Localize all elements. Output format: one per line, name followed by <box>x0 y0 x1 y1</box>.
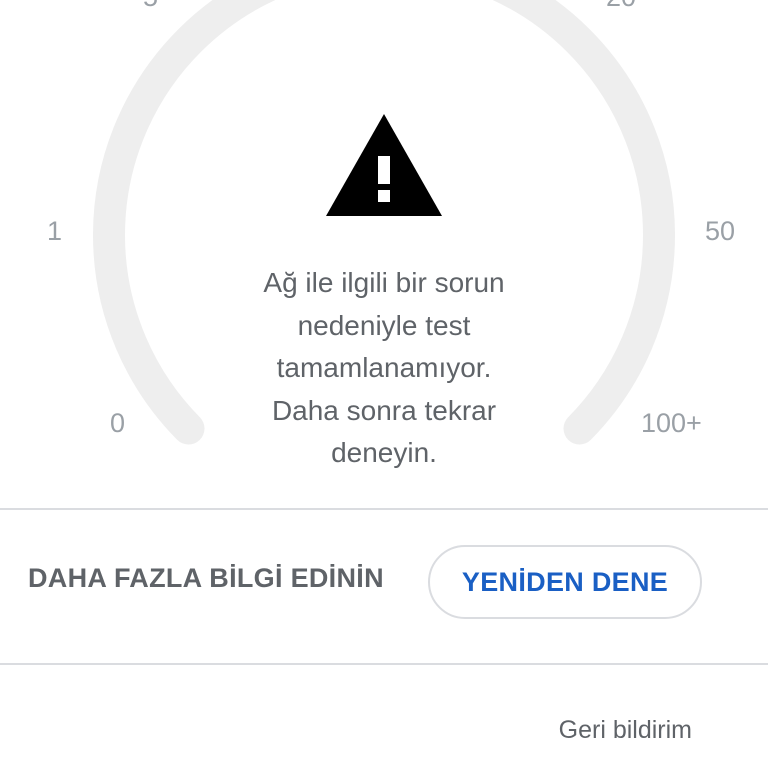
warning-icon <box>326 114 442 216</box>
learn-more-link[interactable]: DAHA FAZLA BİLGİ EDİNİN <box>28 563 384 594</box>
divider-bottom <box>0 663 768 665</box>
gauge-tick-label: 50 <box>705 216 736 246</box>
gauge-tick-label: 0 <box>110 408 126 438</box>
gauge-tick-label: 20 <box>606 0 636 11</box>
gauge-tick-label: 100+ <box>641 408 702 438</box>
gauge-tick-label: 1 <box>47 216 63 246</box>
error-message: Ağ ile ilgili bir sorun nedeniyle test t… <box>263 267 505 468</box>
divider-top <box>0 508 768 510</box>
retry-button[interactable]: YENİDEN DENE <box>428 545 702 619</box>
feedback-link[interactable]: Geri bildirim <box>559 716 692 745</box>
gauge-tick-label: 5 <box>143 0 158 11</box>
retry-button-label: YENİDEN DENE <box>461 566 669 597</box>
speed-test-screen: 0 1 5 20 50 100+ Ağ ile ilgili bir sorun… <box>0 0 768 768</box>
